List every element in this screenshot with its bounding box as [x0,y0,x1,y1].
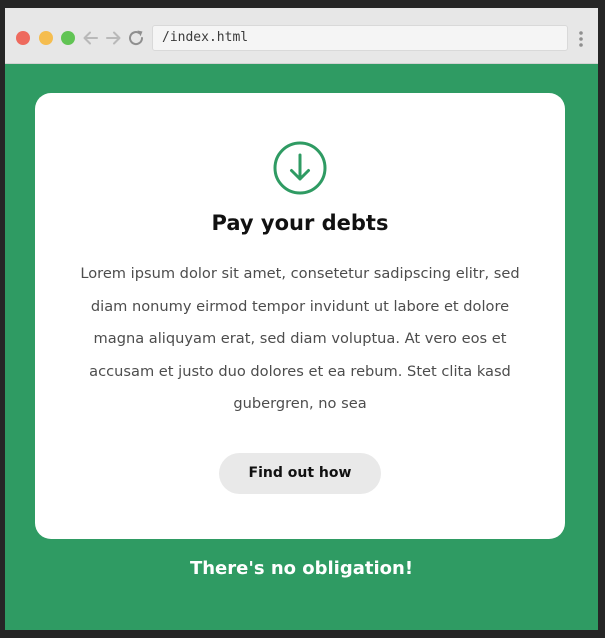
minimize-window-button[interactable] [39,31,53,45]
address-bar[interactable]: /index.html [152,25,568,51]
card-title: Pay your debts [211,211,389,235]
close-window-button[interactable] [16,31,30,45]
card-body-text: Lorem ipsum dolor sit amet, consetetur s… [80,265,520,412]
obligation-note: There's no obligation! [189,558,414,579]
arrow-right-icon[interactable] [103,28,123,48]
maximize-window-button[interactable] [61,31,75,45]
browser-window: /index.html Pay your debts Lorem ipsum d… [5,8,598,630]
arrow-down-circle-icon [272,140,328,196]
kebab-menu-icon[interactable] [578,30,584,48]
arrow-left-icon[interactable] [81,28,101,48]
info-card: Pay your debts Lorem ipsum dolor sit ame… [35,93,565,539]
find-out-how-button[interactable]: Find out how [219,453,381,494]
reload-icon[interactable] [126,28,146,48]
browser-toolbar: /index.html [5,8,598,64]
